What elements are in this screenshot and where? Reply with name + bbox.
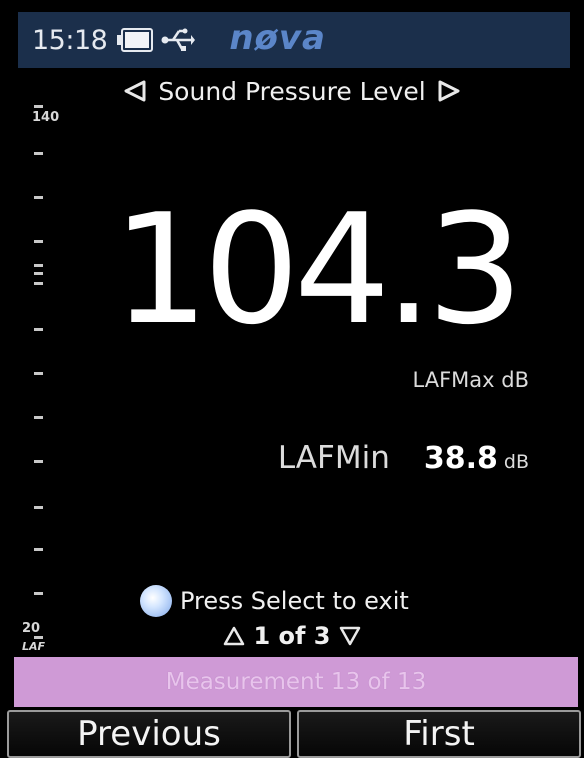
- main-reading-label: LAFMax dB: [412, 368, 529, 392]
- clock: 15:18: [32, 24, 108, 56]
- scale-tick: [34, 460, 43, 463]
- secondary-reading-value: 38.8: [423, 441, 498, 476]
- level-scale: 140: [28, 100, 68, 660]
- scale-tick: [34, 328, 43, 331]
- scale-tick: [34, 272, 43, 275]
- secondary-reading-unit: dB: [503, 451, 529, 473]
- page-up-icon[interactable]: [223, 626, 245, 646]
- scale-tick: [34, 240, 43, 243]
- select-button-icon: [140, 585, 172, 617]
- softkey-row: Previous First: [4, 710, 584, 758]
- exit-hint-text: Press Select to exit: [180, 587, 409, 615]
- usb-icon: [161, 28, 196, 51]
- status-bar: 15:18 nøva: [18, 12, 570, 68]
- scale-tick: [34, 506, 43, 509]
- first-button[interactable]: First: [297, 710, 581, 758]
- screen-title: Sound Pressure Level: [158, 76, 426, 106]
- scale-tick: [34, 548, 43, 551]
- scale-max-label: 140: [32, 110, 60, 125]
- page-indicator-row: 1 of 3: [0, 622, 584, 650]
- scale-tick: [34, 152, 43, 155]
- secondary-reading-label: LAFMin: [277, 440, 390, 476]
- measurement-bar: Measurement 13 of 13: [14, 657, 578, 707]
- scale-tick: [34, 105, 43, 108]
- page-indicator: 1 of 3: [253, 622, 331, 650]
- measurement-count: Measurement 13 of 13: [165, 669, 427, 695]
- previous-button[interactable]: Previous: [7, 710, 291, 758]
- screen-title-row: Sound Pressure Level: [0, 76, 584, 106]
- battery-icon: [117, 28, 157, 52]
- secondary-reading: LAFMin 38.8 dB: [278, 440, 529, 476]
- scale-tick: [34, 372, 43, 375]
- scale-tick: [34, 264, 43, 267]
- brand-logo: nøva: [229, 18, 326, 58]
- scale-tick: [34, 592, 43, 595]
- arrow-left-icon[interactable]: [122, 80, 146, 102]
- arrow-right-icon[interactable]: [438, 80, 462, 102]
- scale-tick: [34, 196, 43, 199]
- scale-tick: [34, 282, 43, 285]
- exit-hint: Press Select to exit: [140, 585, 409, 617]
- scale-tick: [34, 416, 43, 419]
- page-down-icon[interactable]: [339, 626, 361, 646]
- main-reading-value: 104.3: [112, 181, 523, 358]
